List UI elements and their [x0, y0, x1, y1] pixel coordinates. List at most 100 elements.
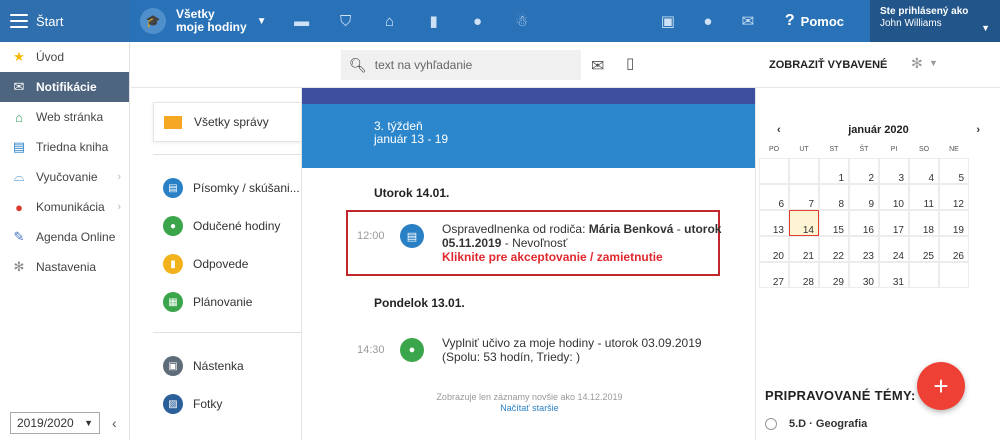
- calendar-day[interactable]: 13: [759, 210, 789, 236]
- bridge-icon: ⌓: [13, 169, 25, 184]
- help-button[interactable]: ? Pomoc: [785, 12, 844, 30]
- briefcase-icon[interactable]: ▬: [293, 13, 311, 30]
- calendar-day[interactable]: 21: [789, 236, 819, 262]
- calendar-day[interactable]: 12: [939, 184, 969, 210]
- calendar-day[interactable]: 15: [819, 210, 849, 236]
- calendar-day[interactable]: 26: [939, 236, 969, 262]
- chevron-down-icon: ▼: [84, 418, 93, 428]
- calendar-day[interactable]: 30: [849, 262, 879, 288]
- prev-month-button[interactable]: ‹: [777, 124, 781, 136]
- calendar-day: [789, 158, 819, 184]
- calendar-day[interactable]: 3: [879, 158, 909, 184]
- search-bar: 🔍︎ text na vyhľadanie ✉ ▯ ZOBRAZIŤ VYBAV…: [131, 42, 1000, 88]
- subject-line2: moje hodiny: [176, 20, 247, 34]
- chat-icon: ●: [15, 199, 23, 215]
- clipboard-icon[interactable]: ▯: [626, 54, 634, 72]
- calendar-day: [909, 262, 939, 288]
- sidebar-item-vyucovanie[interactable]: ⌓ Vyučovanie ›: [0, 162, 129, 192]
- start-menu-button[interactable]: Štart: [0, 0, 130, 42]
- calendar-day[interactable]: 2: [849, 158, 879, 184]
- gear-icon[interactable]: ✻: [911, 55, 923, 72]
- sidebar-item-komunikacia[interactable]: ● Komunikácia ›: [0, 192, 129, 222]
- category-nastenka[interactable]: ▣ Nástenka: [163, 356, 244, 376]
- calendar-day[interactable]: 19: [939, 210, 969, 236]
- calendar-day[interactable]: 9: [849, 184, 879, 210]
- collapse-sidebar-icon[interactable]: ‹: [112, 415, 117, 431]
- category-planovanie[interactable]: ▦ Plánovanie: [163, 292, 252, 312]
- calendar-day[interactable]: 29: [819, 262, 849, 288]
- category-odpovede[interactable]: ▮ Odpovede: [163, 254, 248, 274]
- sidebar-item-nastavenia[interactable]: ✻ Nastavenia: [0, 252, 129, 282]
- calendar-day[interactable]: 5: [939, 158, 969, 184]
- weekday-label: SO: [918, 146, 930, 153]
- start-label: Štart: [36, 13, 64, 29]
- calendar-day[interactable]: 31: [879, 262, 909, 288]
- search-input[interactable]: 🔍︎ text na vyhľadanie: [341, 50, 581, 80]
- notification-feed: 3. týždeň január 13 - 19 Utorok 14.01. 1…: [301, 88, 756, 440]
- category-fotky[interactable]: ▨ Fotky: [163, 394, 222, 414]
- sidebar: ★ Úvod ✉ Notifikácie ⌂ Web stránka ▤ Tri…: [0, 42, 130, 440]
- load-older-link[interactable]: Načítať staršie: [302, 403, 757, 414]
- hamburger-icon: [10, 14, 28, 28]
- sidebar-item-web[interactable]: ⌂ Web stránka: [0, 102, 129, 132]
- sidebar-item-agenda[interactable]: ✎ Agenda Online: [0, 222, 129, 252]
- calendar-month: január 2020: [848, 124, 909, 136]
- institution-icon[interactable]: ⌂: [381, 13, 399, 30]
- category-all-messages[interactable]: Všetky správy: [153, 102, 309, 142]
- badge-icon[interactable]: ●: [469, 13, 487, 30]
- home-icon: ⌂: [15, 109, 23, 125]
- gear-icon: ✻: [13, 259, 25, 274]
- feed-notice: Zobrazuje len záznamy novšie ako 14.12.2…: [302, 392, 757, 414]
- show-completed-button[interactable]: ZOBRAZIŤ VYBAVENÉ: [769, 59, 887, 71]
- calendar-day[interactable]: 24: [879, 236, 909, 262]
- chevron-down-icon: ▼: [256, 15, 267, 27]
- mail-outline-icon[interactable]: ✉: [591, 56, 604, 76]
- calendar-day: [759, 158, 789, 184]
- category-pisomky[interactable]: ▤ Písomky / skúšani...: [163, 178, 300, 198]
- shield-icon[interactable]: ⛉: [337, 13, 355, 30]
- calendar-day[interactable]: 17: [879, 210, 909, 236]
- user-menu[interactable]: Ste prihlásený ako John Williams ▼: [870, 0, 1000, 42]
- weekday-label: PO: [768, 146, 780, 153]
- sidebar-item-notifikacie[interactable]: ✉ Notifikácie: [0, 72, 129, 102]
- chat-bubbles-icon[interactable]: ●: [699, 13, 717, 30]
- mail-icon[interactable]: ✉: [739, 12, 757, 30]
- calendar-day[interactable]: 25: [909, 236, 939, 262]
- calendar-day[interactable]: 4: [909, 158, 939, 184]
- family-icon[interactable]: ☃: [513, 12, 531, 30]
- next-month-button[interactable]: ›: [976, 124, 980, 136]
- calendar-day[interactable]: 6: [759, 184, 789, 210]
- message-categories: Všetky správy ▤ Písomky / skúšani... ● O…: [131, 88, 309, 440]
- weekday-label: ŠT: [859, 146, 869, 153]
- calendar-day[interactable]: 28: [789, 262, 819, 288]
- calendar-day[interactable]: 18: [909, 210, 939, 236]
- school-year-select[interactable]: 2019/2020 ▼: [10, 412, 100, 434]
- weekday-label: UT: [799, 146, 809, 153]
- accept-reject-link[interactable]: Kliknite pre akceptovanie / zamietnutie: [442, 250, 742, 264]
- calendar-day-today[interactable]: 14: [789, 210, 819, 236]
- calendar-day[interactable]: 1: [819, 158, 849, 184]
- calendar-day[interactable]: 22: [819, 236, 849, 262]
- board-icon: ▣: [163, 356, 183, 376]
- sidebar-item-triedna-kniha[interactable]: ▤ Triedna kniha: [0, 132, 129, 162]
- calendar-day[interactable]: 23: [849, 236, 879, 262]
- sidebar-item-uvod[interactable]: ★ Úvod: [0, 42, 129, 72]
- calendar-day[interactable]: 20: [759, 236, 789, 262]
- weekday-label: ST: [829, 146, 839, 153]
- calendar-day[interactable]: 11: [909, 184, 939, 210]
- user-name: John Williams: [880, 18, 942, 29]
- graduation-cap-icon: 🎓: [140, 8, 166, 34]
- calendar-day[interactable]: 8: [819, 184, 849, 210]
- presentation-icon[interactable]: ▣: [659, 12, 677, 30]
- category-oducene-hodiny[interactable]: ● Odučené hodiny: [163, 216, 280, 236]
- topic-item[interactable]: 5.D · Geografia: [765, 418, 867, 430]
- question-icon: ?: [784, 12, 795, 29]
- calendar-day[interactable]: 10: [879, 184, 909, 210]
- add-button[interactable]: +: [917, 362, 965, 410]
- chevron-down-icon[interactable]: ▼: [929, 58, 938, 68]
- bar-chart-icon[interactable]: ▮: [425, 12, 443, 30]
- calendar-day[interactable]: 16: [849, 210, 879, 236]
- subject-selector[interactable]: 🎓 Všetky moje hodiny ▼: [140, 8, 267, 34]
- calendar-day[interactable]: 27: [759, 262, 789, 288]
- calendar-day[interactable]: 7: [789, 184, 819, 210]
